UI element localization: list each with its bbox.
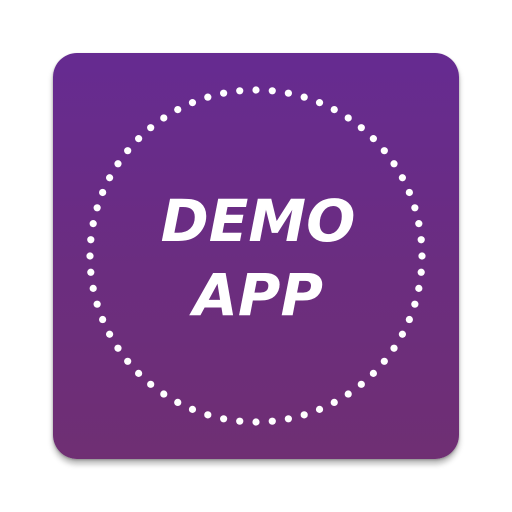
icon-canvas: DEMO APP <box>0 0 512 512</box>
app-icon-line2: APP <box>189 261 323 329</box>
app-icon-label: DEMO APP <box>161 187 356 329</box>
app-icon[interactable]: DEMO APP <box>53 53 459 459</box>
app-icon-line1: DEMO <box>161 187 356 255</box>
